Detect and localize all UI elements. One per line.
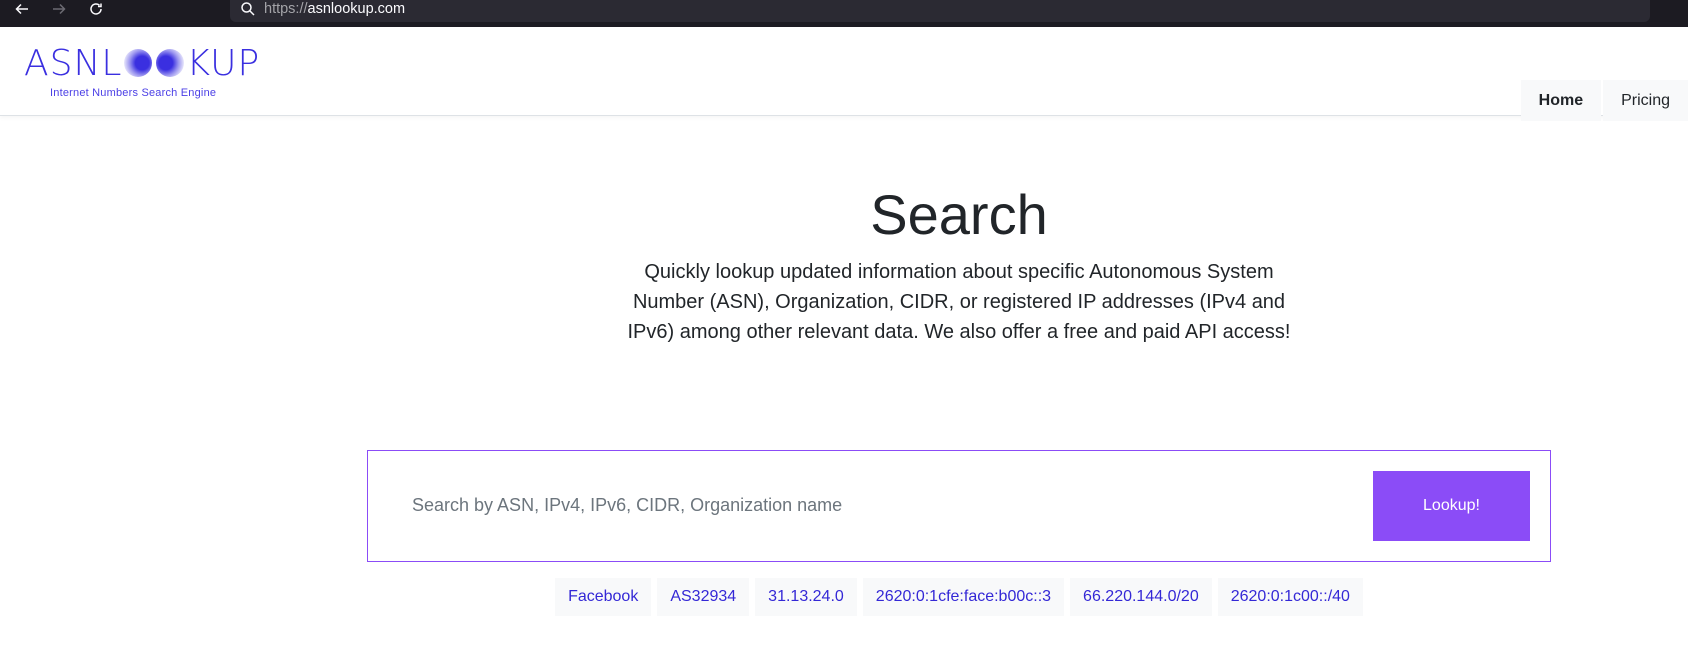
top-nav: Home Pricing bbox=[1519, 80, 1688, 121]
search-icon bbox=[241, 2, 255, 16]
example-chip[interactable]: Facebook bbox=[555, 578, 652, 616]
nav-pricing[interactable]: Pricing bbox=[1603, 80, 1688, 121]
example-queries: Facebook AS32934 31.13.24.0 2620:0:1cfe:… bbox=[0, 578, 1688, 616]
example-chip[interactable]: 2620:0:1c00::/40 bbox=[1217, 578, 1363, 616]
logo-ring-icon bbox=[124, 49, 153, 77]
logo-tagline: Internet Numbers Search Engine bbox=[50, 87, 217, 99]
nav-home[interactable]: Home bbox=[1520, 80, 1602, 121]
browser-toolbar: https://asnlookup.com bbox=[0, 0, 1688, 27]
url-text: https://asnlookup.com bbox=[264, 1, 406, 17]
search-input[interactable] bbox=[412, 485, 1312, 525]
address-bar[interactable]: https://asnlookup.com bbox=[230, 0, 1650, 22]
logo[interactable]: ASNL KUP Internet Numbers Search Engine bbox=[24, 42, 264, 104]
reload-icon[interactable] bbox=[84, 0, 108, 18]
example-chip[interactable]: 31.13.24.0 bbox=[755, 578, 857, 616]
site-header: ASNL KUP Internet Numbers Search Engine H… bbox=[0, 27, 1688, 121]
logo-ring-icon bbox=[156, 49, 185, 77]
search-form: Lookup! bbox=[367, 450, 1551, 562]
example-chip[interactable]: 66.220.144.0/20 bbox=[1070, 578, 1212, 616]
lookup-button[interactable]: Lookup! bbox=[1373, 471, 1530, 541]
page-title: Search bbox=[870, 183, 1048, 246]
example-chip[interactable]: AS32934 bbox=[657, 578, 750, 616]
forward-arrow-icon[interactable] bbox=[47, 0, 71, 18]
back-arrow-icon[interactable] bbox=[10, 0, 34, 18]
example-chip[interactable]: 2620:0:1cfe:face:b00c::3 bbox=[862, 578, 1065, 616]
logo-wordmark: ASNL KUP bbox=[24, 42, 261, 84]
page-description: Quickly lookup updated information about… bbox=[627, 261, 1291, 343]
